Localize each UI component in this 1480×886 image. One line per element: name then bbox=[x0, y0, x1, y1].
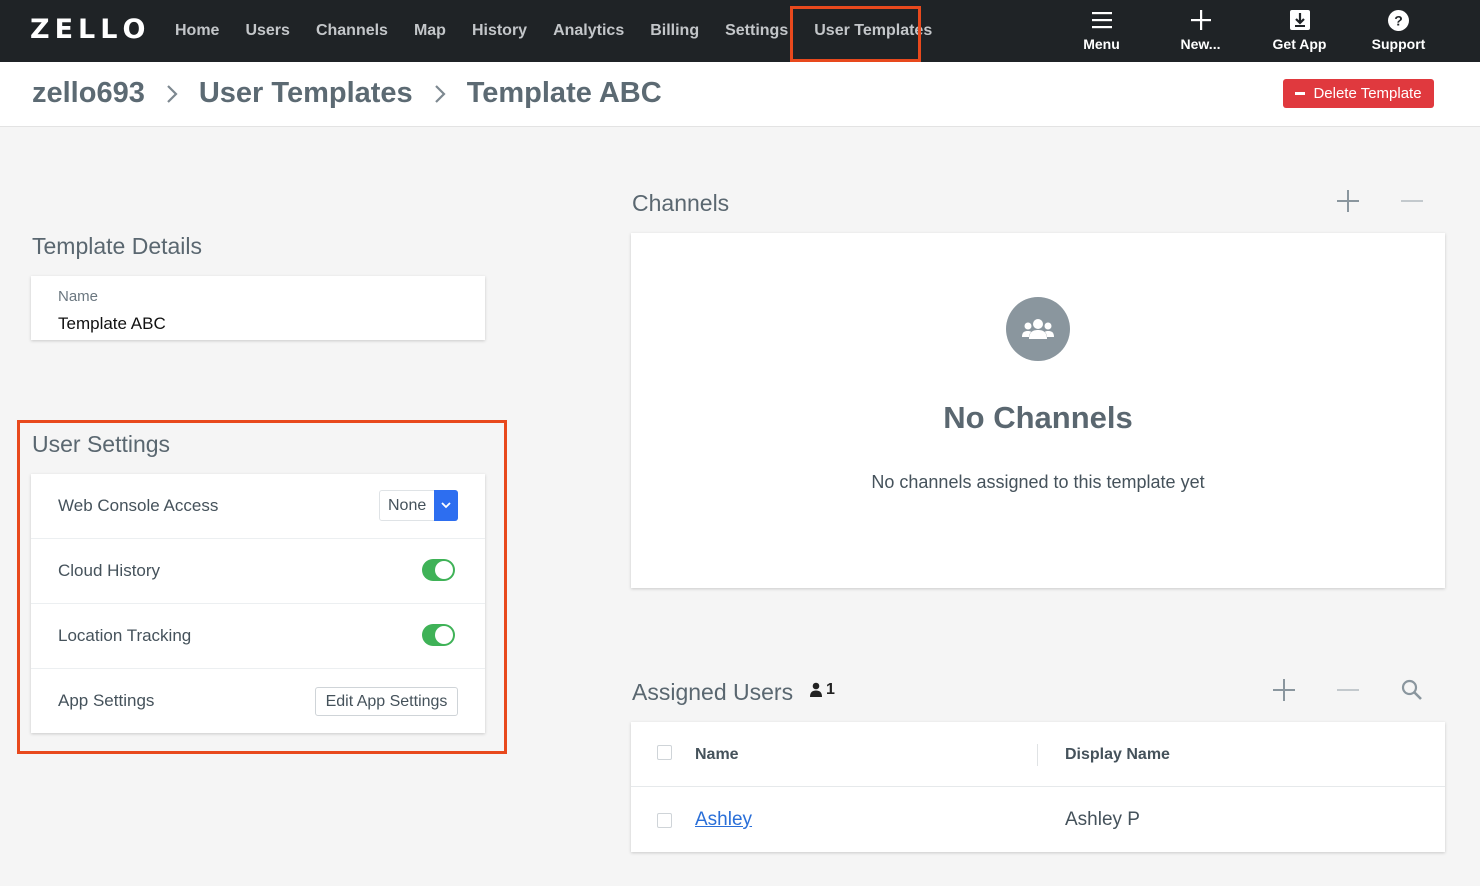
user-settings-title: User Settings bbox=[32, 431, 171, 457]
user-name-link[interactable]: Ashley bbox=[695, 809, 752, 831]
support-label: Support bbox=[1371, 36, 1426, 52]
select-all-checkbox[interactable] bbox=[657, 745, 672, 760]
hamburger-icon bbox=[1091, 9, 1113, 31]
row-checkbox[interactable] bbox=[657, 813, 672, 828]
template-details-card: Name Template ABC bbox=[31, 276, 485, 340]
minus-icon bbox=[1295, 92, 1306, 95]
top-navbar: Z E L L O Home Users Channels Map Histor… bbox=[0, 0, 1480, 62]
breadcrumb-bar: zello693 User Templates Template ABC Del… bbox=[0, 62, 1480, 127]
breadcrumb-account[interactable]: zello693 bbox=[32, 77, 145, 110]
nav-item-analytics[interactable]: Analytics bbox=[540, 0, 637, 62]
table-header: Name Display Name bbox=[631, 722, 1445, 787]
get-app-button[interactable]: Get App bbox=[1250, 0, 1349, 62]
cloud-history-row: Cloud History bbox=[31, 539, 485, 604]
channels-title: Channels bbox=[632, 190, 730, 216]
toggle-knob bbox=[435, 561, 453, 579]
delete-template-label: Delete Template bbox=[1313, 85, 1422, 102]
nav-item-channels[interactable]: Channels bbox=[303, 0, 401, 62]
breadcrumb-user-templates[interactable]: User Templates bbox=[199, 77, 413, 110]
name-label: Name bbox=[58, 288, 99, 305]
zello-logo[interactable]: Z E L L O bbox=[30, 14, 148, 45]
template-details-title: Template Details bbox=[32, 233, 203, 259]
location-tracking-row: Location Tracking bbox=[31, 604, 485, 669]
logo-letter: E bbox=[54, 14, 76, 45]
logo-letter: L bbox=[100, 14, 120, 45]
name-value[interactable]: Template ABC bbox=[58, 314, 166, 334]
column-header-name[interactable]: Name bbox=[695, 746, 739, 764]
nav-highlight-box bbox=[790, 6, 921, 62]
no-channels-title: No Channels bbox=[943, 400, 1133, 435]
web-console-value: None bbox=[388, 497, 427, 514]
svg-text:?: ? bbox=[1394, 12, 1403, 28]
add-channel-button[interactable] bbox=[1333, 186, 1363, 216]
no-channels-subtitle: No channels assigned to this template ye… bbox=[871, 472, 1205, 492]
logo-letter: O bbox=[122, 14, 148, 45]
web-console-select[interactable]: None bbox=[379, 490, 458, 521]
logo-letter: L bbox=[78, 14, 98, 45]
chevron-right-icon bbox=[145, 84, 199, 104]
nav-item-map[interactable]: Map bbox=[401, 0, 459, 62]
cloud-history-label: Cloud History bbox=[58, 561, 161, 580]
download-icon bbox=[1289, 9, 1311, 31]
web-console-row: Web Console Access None bbox=[31, 474, 485, 539]
new-label: New... bbox=[1180, 36, 1221, 52]
menu-label: Menu bbox=[1083, 36, 1120, 52]
search-icon bbox=[1401, 679, 1422, 700]
plus-icon bbox=[1273, 679, 1295, 701]
nav-item-users[interactable]: Users bbox=[232, 0, 302, 62]
edit-app-settings-button[interactable]: Edit App Settings bbox=[315, 687, 458, 716]
add-user-button[interactable] bbox=[1269, 675, 1299, 705]
plus-icon bbox=[1190, 9, 1212, 31]
web-console-label: Web Console Access bbox=[58, 496, 219, 515]
nav-item-billing[interactable]: Billing bbox=[637, 0, 712, 62]
group-icon bbox=[1006, 297, 1070, 361]
user-display-name: Ashley P bbox=[1065, 809, 1140, 830]
toggle-knob bbox=[435, 626, 453, 644]
search-users-button[interactable] bbox=[1397, 675, 1427, 705]
person-icon bbox=[810, 682, 822, 697]
assigned-users-count-value: 1 bbox=[826, 681, 835, 698]
help-icon: ? bbox=[1388, 9, 1410, 31]
channels-card: No Channels No channels assigned to this… bbox=[631, 233, 1445, 588]
assigned-users-count: 1 bbox=[810, 681, 835, 699]
get-app-label: Get App bbox=[1272, 36, 1327, 52]
delete-template-button[interactable]: Delete Template bbox=[1283, 79, 1434, 108]
chevron-right-icon bbox=[413, 84, 467, 104]
app-settings-label: App Settings bbox=[58, 691, 155, 710]
nav-item-home[interactable]: Home bbox=[162, 0, 232, 62]
breadcrumb-template: Template ABC bbox=[466, 77, 662, 109]
support-button[interactable]: ? Support bbox=[1349, 0, 1448, 62]
app-settings-row: App Settings Edit App Settings bbox=[31, 669, 485, 734]
nav-item-history[interactable]: History bbox=[459, 0, 540, 62]
new-button[interactable]: New... bbox=[1151, 0, 1250, 62]
remove-channel-button[interactable] bbox=[1397, 186, 1427, 216]
cloud-history-toggle[interactable] bbox=[422, 559, 455, 581]
plus-icon bbox=[1337, 190, 1359, 212]
location-tracking-toggle[interactable] bbox=[422, 624, 455, 646]
top-actions: Menu New... Get App ? Support bbox=[1052, 0, 1448, 62]
menu-button[interactable]: Menu bbox=[1052, 0, 1151, 62]
breadcrumb: zello693 User Templates Template ABC bbox=[32, 77, 662, 110]
minus-icon bbox=[1401, 200, 1423, 202]
user-settings-card: Web Console Access None Cloud History Lo… bbox=[31, 474, 485, 733]
assigned-users-title: Assigned Users bbox=[632, 679, 794, 705]
minus-icon bbox=[1337, 689, 1359, 691]
logo-letter: Z bbox=[30, 14, 52, 45]
remove-user-button[interactable] bbox=[1333, 675, 1363, 705]
nav-item-settings[interactable]: Settings bbox=[712, 0, 801, 62]
assigned-users-table: Name Display Name Ashley Ashley P bbox=[631, 722, 1445, 852]
column-divider bbox=[1037, 744, 1038, 766]
chevron-down-icon bbox=[434, 490, 458, 521]
table-row: Ashley Ashley P bbox=[631, 788, 1445, 852]
column-header-display-name[interactable]: Display Name bbox=[1065, 746, 1170, 764]
location-tracking-label: Location Tracking bbox=[58, 626, 192, 645]
